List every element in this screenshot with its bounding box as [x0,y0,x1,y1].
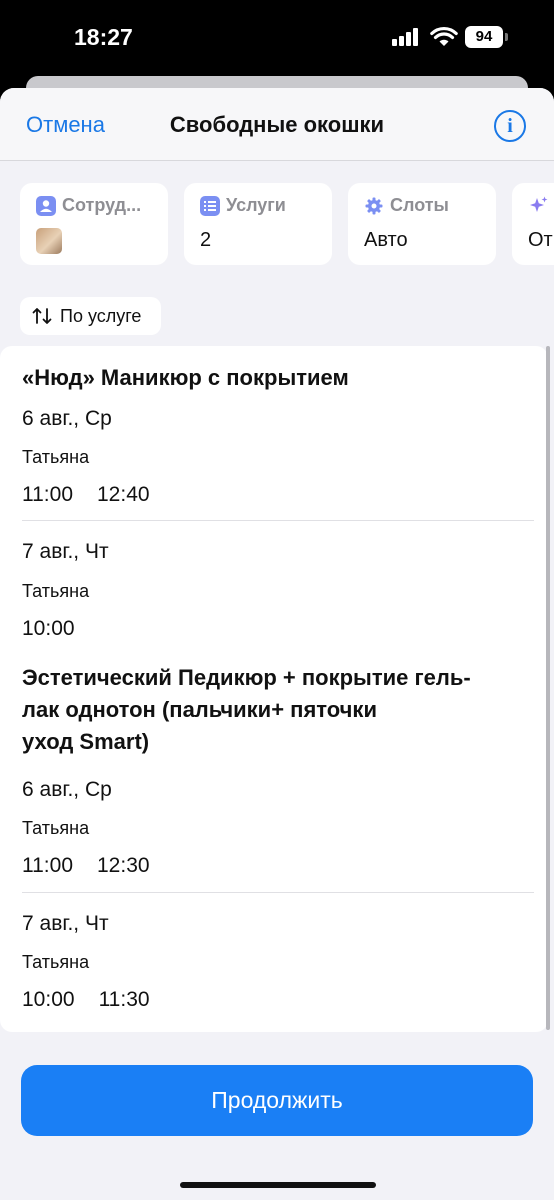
filter-services-label: Услуги [226,195,286,215]
service-title-line: уход Smart) [22,729,150,754]
home-indicator [180,1182,376,1188]
sort-label: По услуге [60,305,142,326]
sort-button[interactable]: По услуге [20,297,161,335]
slot-staff: Татьяна [22,952,90,972]
sort-arrows-icon [32,308,52,324]
time-slot[interactable]: 12:30 [97,854,150,878]
time-slot[interactable]: 10:00 [22,617,75,641]
wifi-icon [430,26,458,46]
service-title-line: Эстетический Педикюр + покрытие гель- [22,665,471,690]
slots-list: «Нюд» Маникюр с покрытием 6 авг., Ср Тат… [0,346,548,1032]
gear-icon [364,196,384,216]
slot-staff: Татьяна [22,447,90,467]
filter-staff[interactable]: Сотруд... [20,183,168,265]
filter-slots-label: Слоты [390,195,449,215]
time-slot[interactable]: 12:40 [97,483,150,507]
slot-date: 7 авг., Чт [22,912,109,935]
divider [22,892,534,893]
time-slot[interactable]: 11:00 [22,483,73,507]
continue-button[interactable]: Продолжить [21,1065,533,1136]
slot-staff: Татьяна [22,818,90,838]
slot-times: 11:00 12:30 [22,854,174,878]
slot-date: 6 авг., Ср [22,407,112,430]
slot-date: 6 авг., Ср [22,778,112,801]
battery-icon: 94 [465,26,508,48]
slot-staff: Татьяна [22,581,90,601]
list-icon [200,195,220,216]
scrollbar[interactable] [546,346,550,1030]
slot-times: 10:00 [22,617,99,641]
slot-times: 10:00 11:30 [22,988,174,1012]
filter-services[interactable]: Услуги 2 [184,183,332,265]
filter-services-value: 2 [200,229,212,251]
filter-slots-value: Авто [364,229,408,251]
filter-extra[interactable]: От [512,183,554,265]
nav-bar: Отмена Свободные окошки i [0,88,554,161]
filter-bar: Сотруд... Услуги 2 Слоты Авто От [20,183,554,265]
service-title: Эстетический Педикюр + покрытие гель- ла… [22,662,522,758]
page-title: Свободные окошки [169,112,385,137]
time-slot[interactable]: 11:30 [99,988,150,1012]
filter-extra-value: От [528,229,553,251]
filter-slots[interactable]: Слоты Авто [348,183,496,265]
slot-times: 11:00 12:40 [22,483,174,507]
modal-sheet: Отмена Свободные окошки i Сотруд... Услу… [0,88,554,1200]
status-bar: 18:27 94 [0,0,554,76]
time-slot[interactable]: 11:00 [22,854,73,878]
sparkles-icon [528,195,548,215]
slot-date: 7 авг., Чт [22,540,109,563]
filter-staff-label: Сотруд... [62,195,142,215]
status-time: 18:27 [74,24,133,50]
person-icon [36,195,56,216]
cellular-signal-icon [392,28,422,46]
service-title: «Нюд» Маникюр с покрытием [22,365,349,390]
staff-avatar [36,228,62,254]
time-slot[interactable]: 10:00 [22,988,75,1012]
divider [22,520,534,521]
service-title-line: лак однотон (пальчики+ пяточки [22,697,377,722]
info-icon[interactable]: i [494,110,526,142]
